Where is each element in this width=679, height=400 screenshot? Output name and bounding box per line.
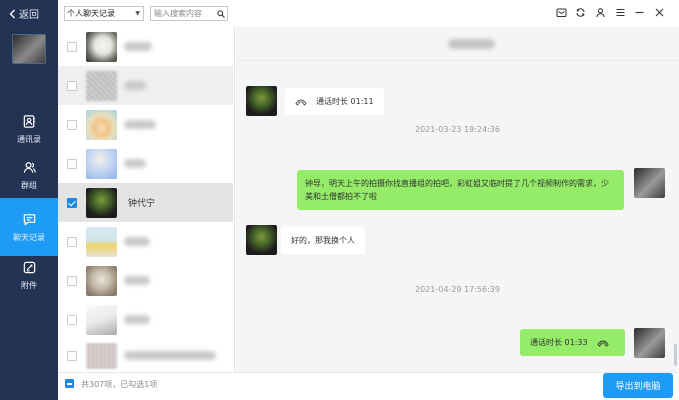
row-checkbox[interactable]	[67, 41, 77, 52]
nav-item-attachments[interactable]: 附件	[0, 246, 58, 304]
row-checkbox[interactable]	[67, 80, 77, 91]
avatar	[86, 70, 117, 101]
nav-item-label: 附件	[21, 280, 37, 290]
selection-count: 共307项，已勾选1项	[81, 380, 158, 389]
phone-icon	[597, 340, 609, 347]
search-input[interactable]: 输入搜索内容	[150, 6, 228, 21]
phone-icon	[295, 99, 307, 106]
app-window: 返回 通讯录 群组 聊天记录 附件 个人聊天记录 ▼ 输入搜索内容 钟代宁 通话…	[0, 0, 679, 400]
row-checkbox[interactable]	[67, 158, 77, 169]
list-item[interactable]	[58, 105, 233, 144]
row-checkbox[interactable]	[67, 350, 77, 361]
back-button[interactable]: 返回	[8, 6, 39, 21]
chat-header	[236, 27, 679, 61]
message-bubble-incoming[interactable]: 通话时长 01:11	[285, 88, 384, 115]
nav-item-label: 通讯录	[17, 134, 41, 144]
attachment-icon	[23, 261, 35, 273]
chat-panel: 通话时长 01:11 2021-03-23 19:24:36 钟导，明天上午的拍…	[236, 0, 679, 372]
list-item[interactable]	[58, 300, 233, 339]
avatar	[86, 109, 117, 140]
chat-icon	[23, 213, 35, 225]
row-checkbox[interactable]	[67, 314, 77, 325]
avatar	[246, 225, 277, 255]
timestamp: 2021-03-23 19:24:36	[415, 125, 500, 134]
chevron-down-icon: ▼	[135, 10, 140, 17]
search-icon	[217, 9, 225, 18]
nav-item-groups[interactable]: 群组	[0, 146, 58, 204]
menu-icon[interactable]	[615, 7, 626, 18]
search-placeholder: 输入搜索内容	[154, 9, 202, 18]
avatar	[86, 342, 117, 369]
list-item[interactable]	[58, 222, 233, 261]
nav-item-label: 群组	[21, 180, 37, 190]
chat-title	[448, 39, 495, 49]
avatar	[634, 328, 665, 358]
list-item-selected[interactable]: 钟代宁	[58, 183, 233, 222]
list-item[interactable]	[58, 66, 233, 105]
export-label: 导出到电脑	[615, 382, 661, 392]
message-bubble-outgoing[interactable]: 通话时长 01:33	[520, 329, 625, 356]
message-text: 钟导，明天上午的拍摄你找直播组的拍吧，彩虹姐又临时提了几个视频制作的需求，少美和…	[305, 179, 609, 201]
avatar	[86, 31, 117, 62]
minimize-icon[interactable]	[634, 7, 645, 18]
footer-bar: 共307项，已勾选1项 导出到电脑	[58, 372, 679, 400]
record-type-value: 个人聊天记录	[67, 9, 115, 18]
avatar	[246, 86, 277, 116]
contact-name	[124, 351, 216, 360]
message-bubble-outgoing[interactable]: 钟导，明天上午的拍摄你找直播组的拍吧，彩虹姐又临时提了几个视频制作的需求，少美和…	[297, 170, 624, 210]
avatar	[634, 168, 665, 198]
row-checkbox[interactable]	[67, 119, 77, 130]
call-duration: 通话时长 01:11	[316, 97, 374, 106]
avatar	[86, 265, 117, 296]
timestamp: 2021-04-29 17:56:39	[415, 285, 500, 294]
sync-icon[interactable]	[575, 7, 586, 18]
select-all-checkbox[interactable]	[65, 379, 74, 388]
contact-name: 钟代宁	[128, 199, 156, 209]
user-avatar[interactable]	[12, 34, 46, 64]
title-bar	[236, 0, 679, 27]
chevron-left-icon	[9, 9, 15, 18]
message-bubble-incoming[interactable]: 好的，那我换个人	[281, 227, 365, 254]
list-item[interactable]	[58, 27, 233, 66]
chat-list-panel: 个人聊天记录 ▼ 输入搜索内容 钟代宁	[58, 0, 292, 372]
avatar	[86, 226, 117, 257]
avatar	[86, 304, 117, 335]
row-checkbox-checked[interactable]	[67, 197, 77, 208]
list-item[interactable]	[58, 144, 233, 183]
nav-item-label: 聊天记录	[13, 232, 45, 242]
mail-icon[interactable]	[556, 7, 567, 18]
export-to-computer-button[interactable]: 导出到电脑	[603, 373, 673, 398]
call-duration: 通话时长 01:33	[530, 338, 588, 347]
group-icon	[23, 161, 36, 173]
avatar	[86, 148, 117, 179]
filter-bar: 个人聊天记录 ▼ 输入搜索内容	[58, 0, 235, 27]
contact-name	[124, 81, 146, 90]
row-checkbox[interactable]	[67, 275, 77, 286]
back-label: 返回	[19, 10, 39, 21]
close-icon[interactable]	[654, 7, 665, 18]
list-item[interactable]	[58, 339, 233, 372]
avatar	[86, 187, 117, 218]
user-icon[interactable]	[595, 7, 606, 18]
contacts-icon	[23, 114, 35, 128]
record-type-select[interactable]: 个人聊天记录 ▼	[64, 6, 144, 21]
list-item[interactable]	[58, 261, 233, 300]
chat-scrollbar[interactable]	[674, 344, 677, 366]
contact-name	[124, 42, 152, 51]
contact-name	[124, 237, 150, 246]
left-nav: 返回 通讯录 群组 聊天记录 附件	[0, 0, 58, 400]
row-checkbox[interactable]	[67, 236, 77, 247]
contact-name	[124, 120, 156, 129]
contact-name	[124, 276, 150, 285]
contact-name	[124, 159, 146, 168]
message-text: 好的，那我换个人	[291, 236, 355, 245]
contact-name	[124, 315, 150, 324]
